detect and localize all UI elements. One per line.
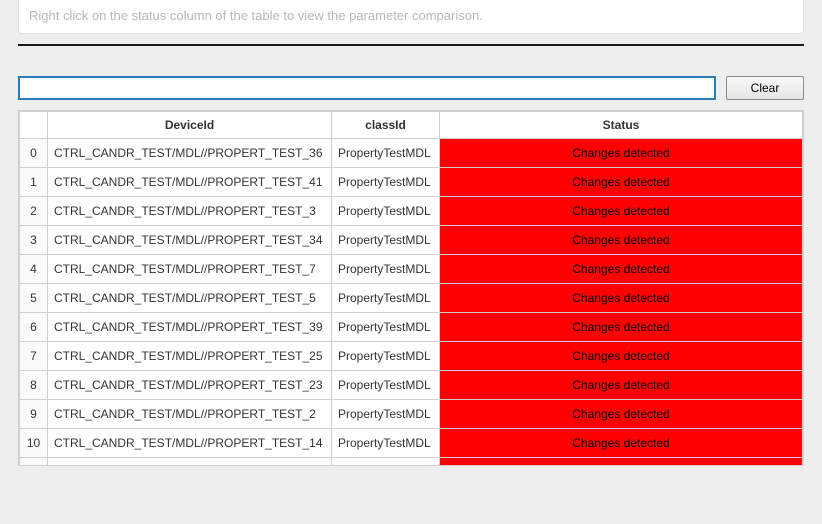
cell-deviceid[interactable]: CTRL_CANDR_TEST/MDL//PROPERT_TEST_2	[48, 400, 332, 429]
cell-classid[interactable]: PropertyTestMDL	[332, 284, 440, 313]
table-row: 0CTRL_CANDR_TEST/MDL//PROPERT_TEST_36Pro…	[20, 139, 803, 168]
cell-classid[interactable]: PropertyTestMDL	[332, 313, 440, 342]
col-header-status[interactable]: Status	[440, 112, 803, 139]
cell-deviceid[interactable]: CTRL_CANDR_TEST/MDL//PROPERT_TEST_41	[48, 168, 332, 197]
table-row: 4CTRL_CANDR_TEST/MDL//PROPERT_TEST_7Prop…	[20, 255, 803, 284]
row-index: 9	[20, 400, 48, 429]
row-index: 10	[20, 429, 48, 458]
results-table: DeviceId classId Status 0CTRL_CANDR_TEST…	[18, 110, 804, 466]
cell-deviceid[interactable]: CTRL_CANDR_TEST/MDL//PROPERT_TEST_36	[48, 139, 332, 168]
cell-status[interactable]: Changes detected	[440, 284, 803, 313]
table-row: 6CTRL_CANDR_TEST/MDL//PROPERT_TEST_39Pro…	[20, 313, 803, 342]
cell-status[interactable]: Changes detected	[440, 197, 803, 226]
cell-deviceid[interactable]: CTRL_CANDR_TEST/MDL//PROPERT_TEST_14	[48, 429, 332, 458]
cell-classid[interactable]: PropertyTestMDL	[332, 197, 440, 226]
table-row: 3CTRL_CANDR_TEST/MDL//PROPERT_TEST_34Pro…	[20, 226, 803, 255]
cell-status[interactable]: Changes detected	[440, 168, 803, 197]
cell-classid[interactable]: PropertyTestMDL	[332, 226, 440, 255]
row-index: 6	[20, 313, 48, 342]
col-header-deviceid[interactable]: DeviceId	[48, 112, 332, 139]
table-row: 2CTRL_CANDR_TEST/MDL//PROPERT_TEST_3Prop…	[20, 197, 803, 226]
table-header-row: DeviceId classId Status	[20, 112, 803, 139]
cell-classid[interactable]: PropertyTestMDL	[332, 458, 440, 466]
row-index: 11	[20, 458, 48, 466]
cell-deviceid[interactable]: CTRL_CANDR_TEST/MDL//PROPERT_TEST_39	[48, 313, 332, 342]
row-index: 5	[20, 284, 48, 313]
cell-classid[interactable]: PropertyTestMDL	[332, 400, 440, 429]
cell-classid[interactable]: PropertyTestMDL	[332, 168, 440, 197]
cell-deviceid[interactable]: CTRL_CANDR_TEST/MDL//PROPERT_TEST_5	[48, 284, 332, 313]
filter-row: Clear	[18, 76, 804, 100]
cell-status[interactable]: Changes detected	[440, 313, 803, 342]
col-header-classid[interactable]: classId	[332, 112, 440, 139]
row-index: 1	[20, 168, 48, 197]
table-row: 7CTRL_CANDR_TEST/MDL//PROPERT_TEST_25Pro…	[20, 342, 803, 371]
row-index: 7	[20, 342, 48, 371]
cell-deviceid[interactable]: CTRL_CANDR_TEST/MDL//PROPERT_TEST_34	[48, 226, 332, 255]
cell-classid[interactable]: PropertyTestMDL	[332, 255, 440, 284]
hint-text: Right click on the status column of the …	[18, 0, 804, 34]
cell-classid[interactable]: PropertyTestMDL	[332, 429, 440, 458]
cell-deviceid[interactable]: CTRL_CANDR_TEST/MDL//PROPERT_TEST_23	[48, 371, 332, 400]
cell-classid[interactable]: PropertyTestMDL	[332, 371, 440, 400]
cell-status[interactable]: Changes detected	[440, 458, 803, 466]
table-row: 8CTRL_CANDR_TEST/MDL//PROPERT_TEST_23Pro…	[20, 371, 803, 400]
row-index: 2	[20, 197, 48, 226]
cell-classid[interactable]: PropertyTestMDL	[332, 139, 440, 168]
cell-status[interactable]: Changes detected	[440, 226, 803, 255]
table-scroll[interactable]: DeviceId classId Status 0CTRL_CANDR_TEST…	[19, 111, 803, 465]
col-header-index[interactable]	[20, 112, 48, 139]
cell-deviceid[interactable]: CTRL_CANDR_TEST/MDL//PROPERT_TEST_9	[48, 458, 332, 466]
cell-status[interactable]: Changes detected	[440, 342, 803, 371]
cell-status[interactable]: Changes detected	[440, 429, 803, 458]
filter-input[interactable]	[18, 76, 716, 100]
cell-classid[interactable]: PropertyTestMDL	[332, 342, 440, 371]
cell-status[interactable]: Changes detected	[440, 255, 803, 284]
table-row: 11CTRL_CANDR_TEST/MDL//PROPERT_TEST_9Pro…	[20, 458, 803, 466]
cell-deviceid[interactable]: CTRL_CANDR_TEST/MDL//PROPERT_TEST_7	[48, 255, 332, 284]
cell-deviceid[interactable]: CTRL_CANDR_TEST/MDL//PROPERT_TEST_25	[48, 342, 332, 371]
table-row: 9CTRL_CANDR_TEST/MDL//PROPERT_TEST_2Prop…	[20, 400, 803, 429]
clear-button[interactable]: Clear	[726, 76, 804, 100]
table-row: 10CTRL_CANDR_TEST/MDL//PROPERT_TEST_14Pr…	[20, 429, 803, 458]
divider	[18, 44, 804, 46]
row-index: 0	[20, 139, 48, 168]
cell-status[interactable]: Changes detected	[440, 400, 803, 429]
row-index: 4	[20, 255, 48, 284]
cell-status[interactable]: Changes detected	[440, 139, 803, 168]
cell-deviceid[interactable]: CTRL_CANDR_TEST/MDL//PROPERT_TEST_3	[48, 197, 332, 226]
row-index: 8	[20, 371, 48, 400]
table-row: 5CTRL_CANDR_TEST/MDL//PROPERT_TEST_5Prop…	[20, 284, 803, 313]
row-index: 3	[20, 226, 48, 255]
cell-status[interactable]: Changes detected	[440, 371, 803, 400]
table-row: 1CTRL_CANDR_TEST/MDL//PROPERT_TEST_41Pro…	[20, 168, 803, 197]
